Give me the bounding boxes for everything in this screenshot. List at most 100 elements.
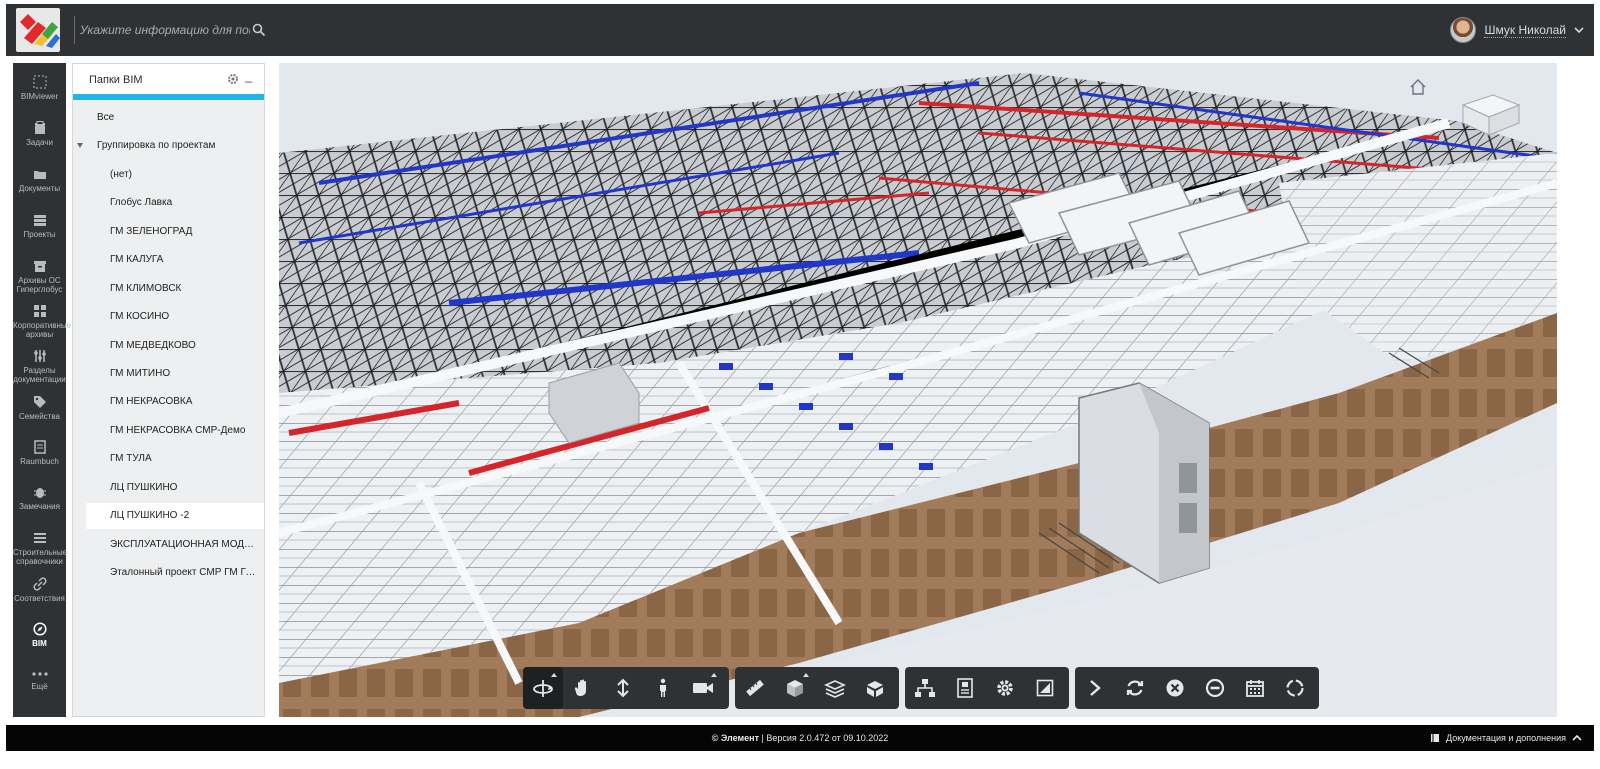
search-input[interactable]: [80, 18, 250, 42]
bim-3d-viewport[interactable]: [279, 63, 1557, 717]
properties-button[interactable]: [945, 667, 985, 709]
tree-item[interactable]: Эталонный проект СМР ГМ Гл...: [73, 560, 264, 586]
layers-icon: [824, 680, 846, 698]
tree-item[interactable]: ГМ КАЛУГА: [73, 247, 264, 273]
reset-view-icon: [1286, 679, 1304, 697]
tree-item-selected[interactable]: ЛЦ ПУШКИНО -2: [86, 503, 264, 529]
hide-button[interactable]: [1195, 667, 1235, 709]
model-tree-icon: [915, 679, 935, 697]
nav-item-documents[interactable]: Документы: [13, 167, 66, 193]
tree-item[interactable]: ГМ МИТИНО: [73, 361, 264, 387]
tree-item[interactable]: ГМ НЕКРАСОВКА: [73, 389, 264, 415]
model-tree-button[interactable]: [905, 667, 945, 709]
app-logo[interactable]: [16, 8, 60, 52]
nav-item-references[interactable]: Строительные справочники: [13, 531, 68, 566]
tree-item[interactable]: ГМ ЗЕЛЕНОГРАД: [73, 219, 264, 245]
orbit-button[interactable]: [523, 667, 563, 709]
explode-button[interactable]: [855, 667, 895, 709]
user-name[interactable]: Шмук Николай: [1484, 23, 1566, 38]
panel-accent-bar: [73, 94, 264, 100]
tree-item-label: ГМ КЛИМОВСК: [110, 283, 182, 294]
reset-view-button[interactable]: [1275, 667, 1315, 709]
nav-label: Семейства: [19, 412, 60, 421]
tree-item-label: Все: [97, 112, 115, 123]
nav-label: Raumbuch: [20, 457, 59, 466]
panel-title: Папки BIM: [89, 74, 143, 86]
chevron-down-icon[interactable]: [1574, 25, 1584, 35]
footer: © Элемент | Версия 2.0.472 от 09.10.2022…: [6, 725, 1594, 751]
nav-item-bim[interactable]: BIM: [13, 622, 66, 648]
avatar[interactable]: [1450, 17, 1477, 43]
nav-item-doc-sections[interactable]: Разделы документации: [13, 349, 66, 384]
footer-info: © Элемент | Версия 2.0.472 от 09.10.2022: [6, 733, 1594, 743]
nav-item-more[interactable]: Ещё: [13, 669, 66, 691]
tree-item[interactable]: ГМ МЕДВЕДКОВО: [73, 333, 264, 359]
tree-item[interactable]: ЛЦ ПУШКИНО: [73, 475, 264, 501]
section-button[interactable]: [775, 667, 815, 709]
nav-label: Задачи: [26, 138, 53, 147]
nav-item-projects[interactable]: Проекты: [13, 213, 66, 239]
tree-item-label: Эталонный проект СМР ГМ Гл...: [110, 567, 260, 578]
walk-button[interactable]: [643, 667, 683, 709]
nav-item-families[interactable]: Семейства: [13, 395, 66, 421]
camera-icon: [693, 683, 713, 693]
minimize-button[interactable]: _: [245, 68, 252, 83]
settings-button[interactable]: [985, 667, 1025, 709]
tree-item-label: ЭКСПЛУАТАЦИОННАЯ МОДЕ...: [110, 539, 260, 550]
fit-view-button[interactable]: [1025, 667, 1065, 709]
tree-item[interactable]: Глобус Лавка: [73, 190, 264, 216]
nav-label: Строительные справочники: [13, 548, 68, 566]
tree-item-label: ГМ МЕДВЕДКОВО: [110, 340, 196, 351]
refresh-button[interactable]: [1115, 667, 1155, 709]
tree-item[interactable]: ГМ КЛИМОВСК: [73, 276, 264, 302]
nav-label: Архивы ОС Гиперглобус: [16, 276, 63, 294]
docs-link[interactable]: Документация и дополнения: [1430, 733, 1582, 743]
gear-icon[interactable]: [227, 73, 239, 85]
user-menu[interactable]: Шмук Николай: [1450, 16, 1584, 44]
top-bar: Шмук Николай: [6, 4, 1594, 56]
clear-button[interactable]: [1155, 667, 1195, 709]
nav-item-raumbuch[interactable]: Raumbuch: [13, 440, 66, 466]
bim-model-render[interactable]: [279, 63, 1557, 717]
minus-circle-icon: [1205, 678, 1225, 698]
properties-icon: [957, 678, 973, 698]
caret-down-icon[interactable]: [77, 143, 83, 148]
nav-item-corporate-archives[interactable]: Корпоративные архивы: [13, 304, 71, 339]
tree-item[interactable]: Все: [73, 105, 264, 131]
tree-item[interactable]: ГМ ТУЛА: [73, 446, 264, 472]
nav-item-remarks[interactable]: Замечания: [13, 485, 66, 511]
doc-sections-icon: [33, 350, 46, 362]
chevron-right-icon: [1090, 680, 1101, 696]
nav-item-tasks[interactable]: Задачи: [13, 121, 66, 147]
tree-item-group[interactable]: Группировка по проектам: [73, 133, 264, 159]
view-cube[interactable]: [1455, 91, 1525, 137]
pan-hand-icon: [574, 679, 586, 696]
expand-button[interactable]: [1075, 667, 1115, 709]
schedule-button[interactable]: [1235, 667, 1275, 709]
panel-header: Папки BIM _: [73, 64, 264, 94]
camera-button[interactable]: [683, 667, 723, 709]
tree-item-label: ЛЦ ПУШКИНО -2: [110, 510, 190, 521]
bim-folders-panel: Папки BIM _ Все Группировка по проектам …: [72, 63, 265, 717]
nav-item-archives[interactable]: Архивы ОС Гиперглобус: [13, 259, 66, 294]
tree-item[interactable]: ГМ НЕКРАСОВКА СМР-Демо: [73, 418, 264, 444]
tree-item[interactable]: ЭКСПЛУАТАЦИОННАЯ МОДЕ...: [73, 532, 264, 558]
tree-item[interactable]: ГМ КОСИНО: [73, 304, 264, 330]
dropdown-arrow-icon: [803, 673, 809, 677]
nav-label: Соответствия: [14, 594, 65, 603]
home-icon[interactable]: [1409, 78, 1427, 96]
zoom-button[interactable]: [603, 667, 643, 709]
nav-item-bimviewer[interactable]: BIMviewer: [13, 75, 66, 101]
fit-view-icon: [1036, 679, 1054, 697]
pan-button[interactable]: [563, 667, 603, 709]
nav-item-correspondence[interactable]: Соответствия: [13, 577, 66, 603]
measure-button[interactable]: [735, 667, 775, 709]
layers-button[interactable]: [815, 667, 855, 709]
tree-item[interactable]: (нет): [73, 162, 264, 188]
nav-label: Корпоративные архивы: [13, 321, 72, 339]
search-icon[interactable]: [252, 23, 266, 37]
docs-link-label[interactable]: Документация и дополнения: [1446, 733, 1566, 743]
nav-label: Проекты: [23, 230, 56, 239]
bimviewer-icon: [33, 75, 46, 89]
nav-label: Разделы документации: [13, 366, 66, 384]
